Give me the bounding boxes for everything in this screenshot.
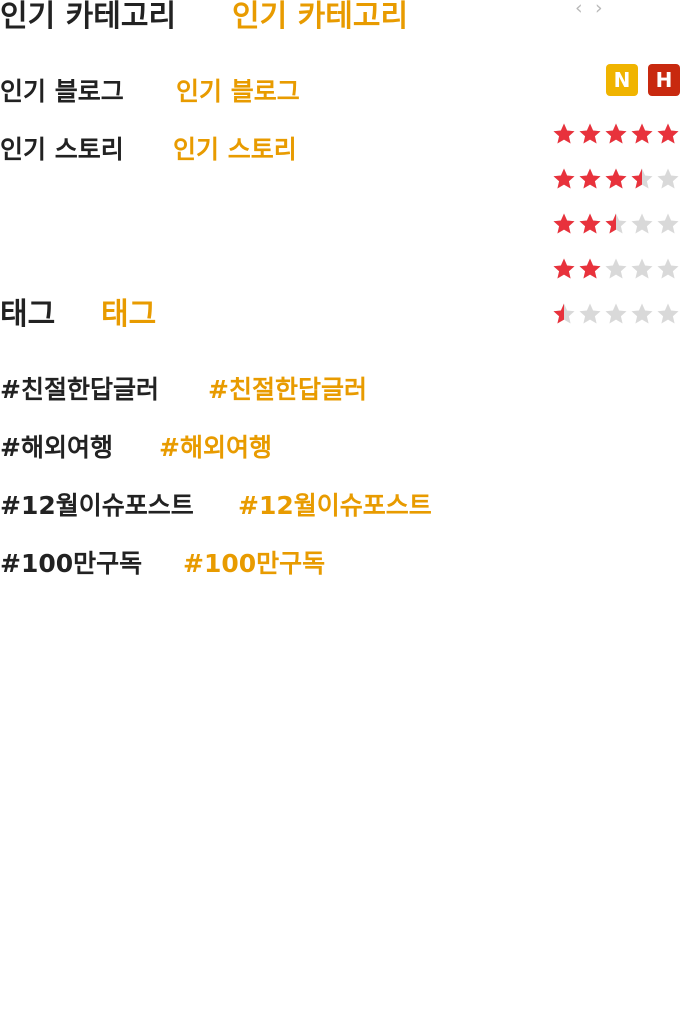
tag-item-label: #친절한답글러 [0,375,159,404]
star-filled-icon [553,168,575,189]
chevron-right-icon[interactable]: › [595,0,603,18]
star-filled-icon [579,258,601,279]
star-empty-icon [657,213,679,234]
tag-label-highlight[interactable]: 태그 [101,300,156,330]
star-rating [552,302,680,326]
star-rating [552,212,680,236]
tag-item-label-highlight[interactable]: #해외여행 [159,435,272,460]
popular-story-label: 인기 스토리 [0,135,124,164]
tag-label: 태그 [0,297,56,332]
star-filled-icon [579,123,601,144]
carousel-nav: ‹ › [575,0,609,18]
star-half-icon [605,213,627,234]
star-empty-icon [657,303,679,324]
star-filled-icon [553,213,575,234]
star-empty-icon [657,168,679,189]
star-filled-icon [605,123,627,144]
star-filled-icon [579,213,601,234]
star-empty-icon [657,258,679,279]
star-filled-icon [605,168,627,189]
star-empty-icon [631,213,653,234]
popular-category-label-highlight[interactable]: 인기 카테고리 [232,2,408,32]
star-empty-icon [631,258,653,279]
star-empty-icon [631,303,653,324]
tag-item-label-highlight[interactable]: #100만구독 [183,551,325,576]
star-rating [552,167,680,191]
tag-item-label: #100만구독 [0,549,143,578]
star-half-icon [631,168,653,189]
star-half-icon [553,303,575,324]
tag-item-label-highlight[interactable]: #친절한답글러 [208,377,367,402]
star-filled-icon [553,123,575,144]
star-empty-icon [605,258,627,279]
new-badge: N [606,64,638,96]
tag-item-label-highlight[interactable]: #12월이슈포스트 [238,493,432,518]
star-filled-icon [631,123,653,144]
chevron-left-icon[interactable]: ‹ [575,0,583,18]
star-filled-icon [553,258,575,279]
star-rating [552,257,680,281]
star-filled-icon [579,168,601,189]
popular-story-label-highlight[interactable]: 인기 스토리 [173,137,297,162]
hot-badge-text: H [655,68,673,92]
tag-item-label: #12월이슈포스트 [0,491,194,520]
popular-blog-label-highlight[interactable]: 인기 블로그 [176,79,300,104]
star-empty-icon [605,303,627,324]
star-filled-icon [657,123,679,144]
popular-blog-label: 인기 블로그 [0,77,124,106]
new-badge-text: N [613,68,631,92]
hot-badge: H [648,64,680,96]
star-rating [552,122,680,146]
star-empty-icon [579,303,601,324]
tag-item-label: #해외여행 [0,433,113,462]
popular-category-label: 인기 카테고리 [0,0,177,34]
